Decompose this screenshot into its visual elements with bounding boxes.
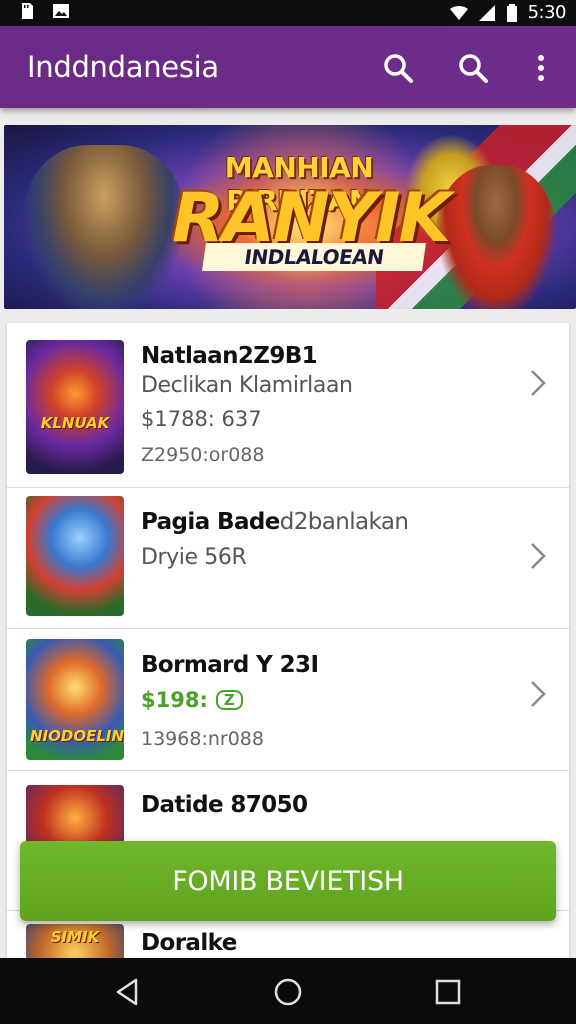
promo-banner[interactable]: MANHIAN PIRBIZAN RANYIK INDLALOEAN [4, 125, 576, 309]
game-price-text: $198: [141, 688, 208, 712]
banner-warrior-illustration [24, 145, 184, 309]
recents-icon [435, 979, 461, 1005]
navigation-bar [0, 958, 576, 1024]
overflow-menu-button[interactable] [521, 48, 561, 88]
game-thumbnail: NIODOELIN [26, 639, 124, 760]
status-time: 5:30 [527, 2, 567, 23]
game-thumbnail [26, 496, 124, 616]
game-title: Natlaan2Z9B1 [141, 343, 318, 369]
recents-button[interactable] [432, 976, 464, 1008]
game-meta: Z2950:or088 [141, 444, 265, 466]
home-icon [274, 978, 302, 1006]
banner-headline-sub: INDLALOEAN [202, 243, 426, 271]
search-button-secondary[interactable] [453, 48, 493, 88]
game-title: Pagia Baded2banlakan [141, 509, 409, 535]
game-meta: 13968:nr088 [141, 728, 264, 750]
thumbnail-caption: KLNUAK [40, 414, 110, 432]
game-subtitle: Dryie 56R [141, 545, 247, 570]
game-title-text: Pagia Bade [141, 509, 280, 535]
app-bar: Inddndanesia [0, 26, 576, 108]
wifi-icon [449, 4, 468, 22]
game-price: $1788: 637 [141, 407, 262, 431]
chevron-right-icon [527, 678, 549, 710]
price-badge: Z [215, 690, 243, 710]
primary-action-button[interactable]: FOMIB BEVIETISH [20, 841, 556, 921]
status-bar: 5:30 [0, 0, 576, 26]
sd-card-icon [18, 2, 36, 20]
game-subtitle: Declikan Klamirlaan [141, 373, 353, 398]
more-vert-icon [538, 55, 544, 81]
image-icon [52, 2, 70, 20]
thumbnail-caption: NIODOELIN [30, 727, 124, 745]
list-item[interactable]: NIODOELIN Bormard Y 23I $198: Z 13968:nr0… [7, 628, 569, 771]
thumbnail-caption: SIMIK [50, 928, 100, 946]
list-item[interactable]: Pagia Baded2banlakan Dryie 56R [7, 487, 569, 629]
back-icon [116, 978, 138, 1006]
search-icon [459, 54, 488, 83]
search-icon [384, 54, 413, 83]
search-button[interactable] [378, 48, 418, 88]
game-title: Bormard Y 23I [141, 652, 319, 678]
game-title-extra: d2banlakan [279, 509, 409, 535]
list-item[interactable]: KLNUAK Natlaan2Z9B1 Declikan Klamirlaan … [7, 323, 569, 488]
app-title: Inddndanesia [27, 50, 219, 84]
chevron-right-icon [527, 540, 549, 572]
game-price: $198: Z [141, 688, 243, 712]
signal-icon [478, 4, 496, 22]
banner-player-illustration [436, 165, 556, 309]
game-thumbnail: KLNUAK [26, 340, 124, 474]
chevron-right-icon [527, 367, 549, 399]
game-title: Doralke [141, 930, 237, 956]
battery-icon [506, 3, 518, 22]
game-title: Datide 87050 [141, 792, 308, 818]
home-button[interactable] [272, 976, 304, 1008]
back-button[interactable] [112, 976, 144, 1008]
